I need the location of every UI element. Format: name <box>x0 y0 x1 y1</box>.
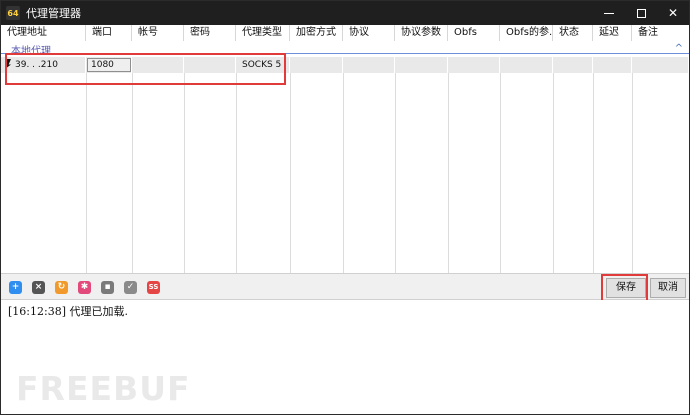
grid-line <box>632 73 633 273</box>
column-header-protocol[interactable]: 协议 <box>343 25 395 41</box>
grid-lines <box>1 73 689 273</box>
column-header-account[interactable]: 帐号 <box>132 25 184 41</box>
shield-icon[interactable]: ▪ <box>101 281 114 294</box>
column-header-encryption[interactable]: 加密方式 <box>290 25 343 41</box>
cell-obfs-params <box>500 57 553 73</box>
check-icon[interactable]: ✓ <box>124 281 137 294</box>
cell-obfs <box>448 57 500 73</box>
add-icon[interactable]: + <box>9 281 22 294</box>
grid-line <box>553 73 554 273</box>
column-header-address[interactable]: 代理地址 <box>1 25 86 41</box>
grid-line <box>184 73 185 273</box>
delete-icon[interactable]: × <box>32 281 45 294</box>
grid-line <box>86 73 87 273</box>
grid-line <box>236 73 237 273</box>
log-panel[interactable]: [16:12:38] 代理已加载. FREEBUF <box>1 300 689 414</box>
cancel-button[interactable]: 取消 <box>650 278 686 298</box>
column-header-obfs-params[interactable]: Obfs的参... <box>500 25 553 41</box>
cell-latency <box>593 57 632 73</box>
toolbar: + × ↻ ✱ ▪ ✓ SS 保存 取消 <box>1 273 689 302</box>
cell-status <box>553 57 593 73</box>
grid-line <box>500 73 501 273</box>
table-header: 代理地址 端口 帐号 密码 代理类型 加密方式 协议 协议参数 Obfs Obf… <box>1 25 689 41</box>
column-header-latency[interactable]: 延迟 <box>593 25 632 41</box>
proxy-table: 代理地址 端口 帐号 密码 代理类型 加密方式 协议 协议参数 Obfs Obf… <box>1 25 689 273</box>
grid-line <box>290 73 291 273</box>
grid-line <box>395 73 396 273</box>
grid-line <box>448 73 449 273</box>
minimize-button[interactable] <box>593 1 625 25</box>
column-header-note[interactable]: 备注 <box>632 25 689 41</box>
column-header-status[interactable]: 状态 <box>553 25 593 41</box>
column-header-proxy-type[interactable]: 代理类型 <box>236 25 290 41</box>
settings-icon[interactable]: ✱ <box>78 281 91 294</box>
grid-line <box>593 73 594 273</box>
column-header-obfs[interactable]: Obfs <box>448 25 500 41</box>
cell-note <box>632 57 689 73</box>
highlight-box-save <box>601 274 648 302</box>
grid-line <box>132 73 133 273</box>
close-icon: ✕ <box>667 6 679 20</box>
highlight-box-proxy-row <box>5 53 286 85</box>
window-title: 代理管理器 <box>26 7 81 20</box>
cell-protocol-params <box>395 57 448 73</box>
window-controls: ✕ <box>593 1 689 25</box>
column-header-protocol-params[interactable]: 协议参数 <box>395 25 448 41</box>
column-header-password[interactable]: 密码 <box>184 25 236 41</box>
title-bar[interactable]: 64 代理管理器 ✕ <box>1 1 689 25</box>
maximize-icon <box>636 8 646 18</box>
app-icon: 64 <box>6 6 20 20</box>
close-button[interactable]: ✕ <box>657 1 689 25</box>
grid-line <box>343 73 344 273</box>
proxy-manager-window: 64 代理管理器 ✕ 代理地址 端口 帐号 密码 代理类型 加密方式 协议 协议… <box>0 0 690 415</box>
cell-encryption <box>290 57 343 73</box>
maximize-button[interactable] <box>625 1 657 25</box>
column-header-port[interactable]: 端口 <box>86 25 132 41</box>
freebuf-watermark: FREEBUF <box>16 369 191 408</box>
minimize-icon <box>604 12 614 14</box>
refresh-icon[interactable]: ↻ <box>55 281 68 294</box>
log-line: [16:12:38] 代理已加载. <box>8 305 128 318</box>
ss-icon[interactable]: SS <box>147 281 160 294</box>
cell-protocol <box>343 57 395 73</box>
